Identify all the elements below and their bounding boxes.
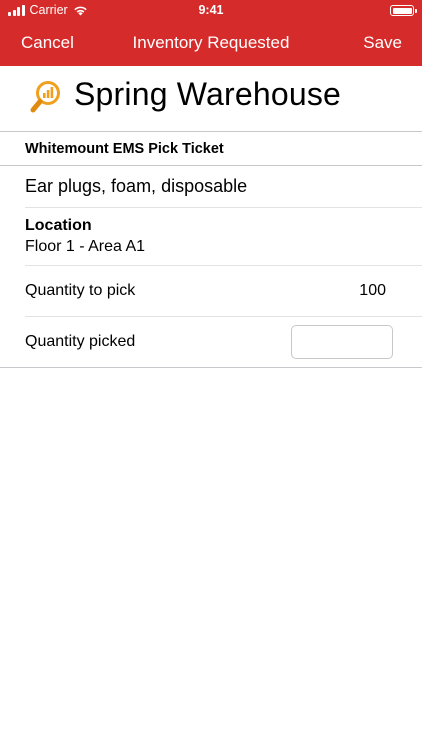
- top-bar: Carrier 9:41 Cancel Inventory Requested …: [0, 0, 422, 66]
- warehouse-header: Spring Warehouse: [0, 66, 422, 132]
- navigation-bar: Cancel Inventory Requested Save: [0, 22, 422, 66]
- pick-ticket-title: Whitemount EMS Pick Ticket: [25, 141, 224, 157]
- status-time: 9:41: [198, 3, 224, 17]
- status-bar: Carrier 9:41: [0, 0, 422, 22]
- quantity-picked-row: Quantity picked: [0, 317, 422, 368]
- battery-icon: [390, 5, 417, 16]
- location-row: Location Floor 1 - Area A1: [0, 208, 422, 266]
- quantity-to-pick-label: Quantity to pick: [25, 282, 136, 299]
- quantity-picked-input[interactable]: [291, 325, 393, 359]
- item-name: Ear plugs, foam, disposable: [25, 176, 248, 196]
- location-value: Floor 1 - Area A1: [25, 238, 146, 255]
- save-button[interactable]: Save: [363, 33, 402, 53]
- item-row: Ear plugs, foam, disposable: [0, 166, 422, 208]
- warehouse-name: Spring Warehouse: [74, 76, 342, 112]
- pick-ticket-section-header: Whitemount EMS Pick Ticket: [0, 132, 422, 166]
- magnifier-chart-icon: [30, 81, 60, 113]
- quantity-to-pick-row: Quantity to pick 100: [0, 266, 422, 317]
- quantity-picked-label: Quantity picked: [25, 333, 136, 350]
- location-label: Location: [25, 217, 92, 234]
- quantity-to-pick-value: 100: [359, 282, 386, 299]
- page-title: Inventory Requested: [132, 33, 290, 52]
